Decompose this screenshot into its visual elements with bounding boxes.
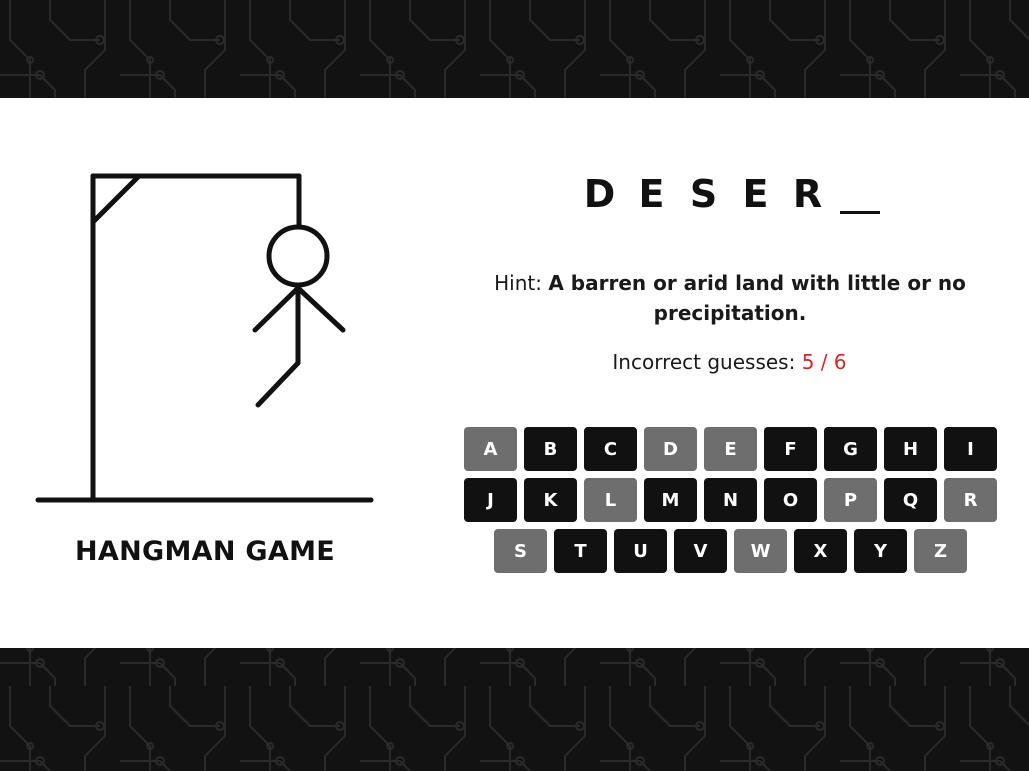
- key-y[interactable]: Y: [854, 529, 907, 573]
- key-b[interactable]: B: [524, 427, 577, 471]
- hint-text: A barren or arid land with little or no …: [548, 271, 966, 325]
- hangman-left-leg: [255, 360, 301, 408]
- hangman-right-arm: [295, 285, 346, 333]
- key-u[interactable]: U: [614, 529, 667, 573]
- key-q[interactable]: Q: [884, 478, 937, 522]
- key-v[interactable]: V: [674, 529, 727, 573]
- hangman-left-arm: [252, 285, 301, 333]
- key-i[interactable]: I: [944, 427, 997, 471]
- hint: Hint: A barren or arid land with little …: [490, 268, 970, 328]
- hangman-drawing: [35, 173, 374, 503]
- hint-label: Hint:: [494, 271, 542, 295]
- word-letter: R: [792, 172, 823, 216]
- guesses-label: Incorrect guesses:: [612, 350, 796, 374]
- word-letter: S: [689, 172, 718, 216]
- key-r: R: [944, 478, 997, 522]
- key-s: S: [494, 529, 547, 573]
- key-h[interactable]: H: [884, 427, 937, 471]
- key-w: W: [734, 529, 787, 573]
- guesses-count: 5 / 6: [801, 350, 847, 374]
- word-letter: D: [583, 172, 616, 216]
- key-f[interactable]: F: [764, 427, 817, 471]
- word-letter: [839, 168, 880, 214]
- game-panel: DESER Hint: A barren or arid land with l…: [430, 98, 1029, 648]
- key-j[interactable]: J: [464, 478, 517, 522]
- hangman-panel: HANGMAN GAME: [0, 98, 410, 648]
- key-d: D: [644, 427, 697, 471]
- keyboard: ABCDEFGHI JKLMNOPQR STUVWXYZ: [463, 427, 998, 573]
- key-c[interactable]: C: [584, 427, 637, 471]
- gallows-brace: [90, 173, 142, 225]
- word-display: DESER: [430, 168, 1029, 216]
- key-g[interactable]: G: [824, 427, 877, 471]
- key-x[interactable]: X: [794, 529, 847, 573]
- key-k[interactable]: K: [524, 478, 577, 522]
- word-letter: E: [638, 172, 665, 216]
- key-m[interactable]: M: [644, 478, 697, 522]
- game-title: HANGMAN GAME: [75, 536, 335, 567]
- key-z: Z: [914, 529, 967, 573]
- key-n[interactable]: N: [704, 478, 757, 522]
- incorrect-guesses: Incorrect guesses: 5 / 6: [430, 350, 1029, 374]
- key-p: P: [824, 478, 877, 522]
- key-a: A: [464, 427, 517, 471]
- word-letter: E: [742, 172, 769, 216]
- hangman-head: [266, 224, 330, 288]
- game-card: HANGMAN GAME DESER Hint: A barren or ari…: [0, 98, 1029, 648]
- key-e: E: [704, 427, 757, 471]
- key-o[interactable]: O: [764, 478, 817, 522]
- key-t[interactable]: T: [554, 529, 607, 573]
- key-l: L: [584, 478, 637, 522]
